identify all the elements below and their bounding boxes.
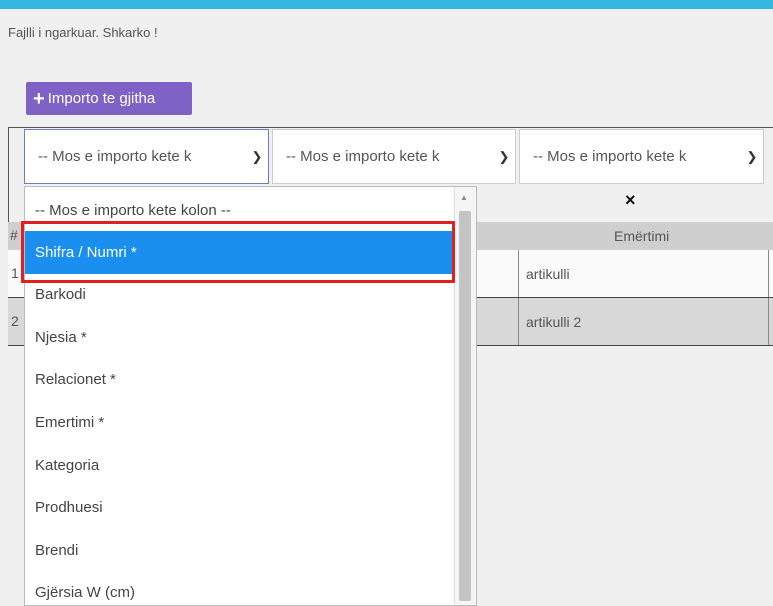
import-all-label: Importo te gjitha — [47, 90, 156, 107]
row-emertimi: artikulli 2 — [518, 298, 768, 345]
column-select-2-value: -- Mos e importo kete k — [286, 148, 440, 165]
option-shifra-numri[interactable]: Shifra / Numri * — [25, 231, 457, 274]
column-select-2[interactable]: -- Mos e importo kete k ❯ — [272, 129, 516, 184]
chevron-down-icon: ❯ — [251, 148, 263, 164]
column-options-dropdown[interactable]: -- Mos e importo kete kolon -- Shifra / … — [24, 186, 477, 606]
row-extra: c — [768, 250, 773, 297]
option-prodhuesi[interactable]: Prodhuesi — [35, 499, 103, 516]
column-select-1[interactable]: -- Mos e importo kete k ❯ — [24, 129, 269, 184]
option-emertimi[interactable]: Emertimi * — [35, 414, 104, 431]
scrollbar-thumb[interactable] — [459, 211, 471, 601]
import-all-button[interactable]: + Importo te gjitha — [26, 82, 192, 115]
row-number: 1 — [11, 265, 19, 281]
option-brendi[interactable]: Brendi — [35, 542, 78, 559]
remove-column-icon[interactable]: × — [625, 190, 636, 211]
header-hash: # — [10, 227, 18, 243]
upload-notice[interactable]: Fajlli i ngarkuar. Shkarko ! — [8, 25, 158, 40]
scroll-up-icon[interactable]: ▲ — [460, 193, 468, 202]
option-njesia[interactable]: Njesia * — [35, 329, 87, 346]
dropdown-scrollbar[interactable]: ▲ — [454, 187, 476, 605]
header-emertimi: Emërtimi — [614, 228, 670, 244]
column-select-3-value: -- Mos e importo kete k — [533, 148, 687, 165]
column-select-3[interactable]: -- Mos e importo kete k ❯ — [519, 129, 764, 184]
option-skip-column[interactable]: -- Mos e importo kete kolon -- — [35, 202, 231, 219]
top-accent-bar — [0, 0, 773, 9]
row-emertimi: artikulli — [518, 250, 768, 297]
option-relacionet[interactable]: Relacionet * — [35, 371, 116, 388]
option-kategoria[interactable]: Kategoria — [35, 457, 99, 474]
option-barkodi[interactable]: Barkodi — [35, 286, 86, 303]
row-extra: c — [768, 298, 773, 345]
chevron-down-icon: ❯ — [746, 148, 758, 164]
row-number: 2 — [11, 313, 19, 329]
option-gjersia[interactable]: Gjërsia W (cm) — [35, 584, 135, 601]
chevron-down-icon: ❯ — [498, 148, 510, 164]
column-select-1-value: -- Mos e importo kete k — [38, 148, 192, 165]
plus-icon: + — [33, 87, 45, 110]
